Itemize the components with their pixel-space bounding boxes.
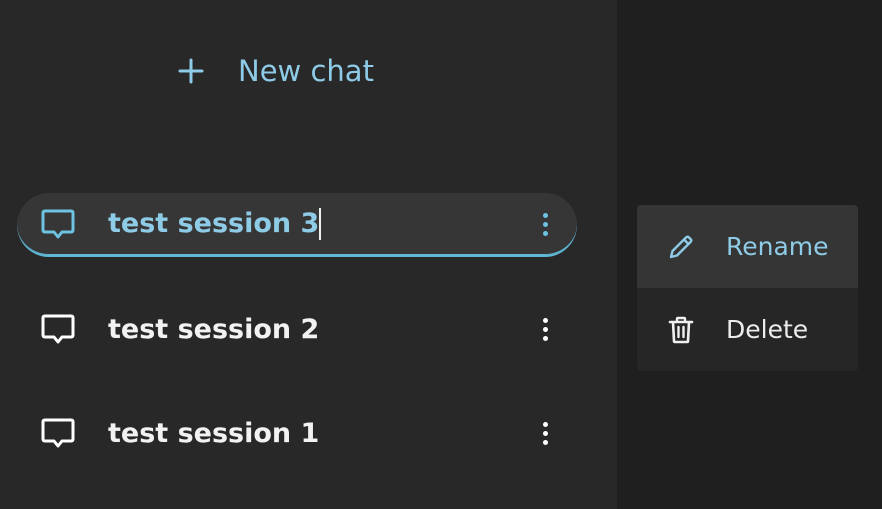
plus-icon — [176, 56, 206, 86]
kebab-menu-icon[interactable] — [533, 413, 557, 453]
chat-bubble-icon — [39, 312, 77, 346]
delete-label: Delete — [726, 315, 809, 344]
session-title-input[interactable]: test session 3 — [108, 208, 322, 241]
chat-bubble-icon — [39, 207, 77, 241]
kebab-menu-icon[interactable] — [533, 204, 557, 244]
session-title: test session 2 — [108, 313, 320, 345]
session-item-test-session-1[interactable]: test session 1 — [17, 401, 577, 465]
kebab-menu-icon[interactable] — [533, 309, 557, 349]
text-caret — [319, 208, 322, 241]
session-item-test-session-2[interactable]: test session 2 — [17, 297, 577, 361]
new-chat-label: New chat — [238, 54, 374, 88]
chat-bubble-icon — [39, 416, 77, 450]
session-title: test session 1 — [108, 417, 320, 449]
rename-label: Rename — [726, 232, 829, 261]
pencil-icon — [665, 231, 697, 263]
context-menu: Rename Delete — [637, 205, 858, 371]
trash-icon — [665, 314, 697, 346]
rename-menu-item[interactable]: Rename — [637, 205, 858, 288]
session-item-test-session-3[interactable]: test session 3 — [17, 193, 577, 257]
delete-menu-item[interactable]: Delete — [637, 288, 858, 371]
new-chat-button[interactable]: New chat — [176, 48, 374, 94]
sidebar: New chat test session 3 test session 2 t… — [0, 0, 617, 509]
